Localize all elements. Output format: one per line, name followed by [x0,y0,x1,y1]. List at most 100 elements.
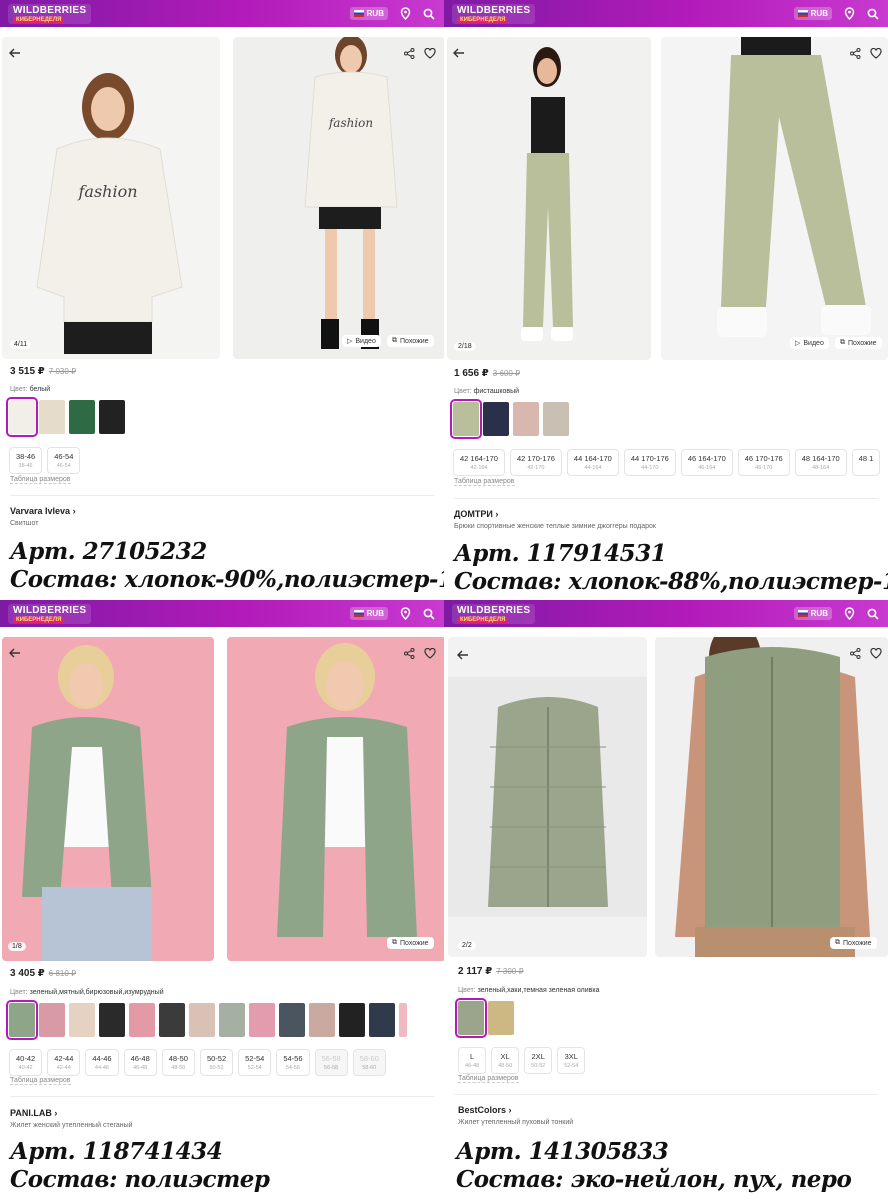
size-option[interactable]: 42 170-176 42-170 [509,449,562,476]
size-option[interactable]: 46 170-176 46-170 [737,449,790,476]
product-photo-main[interactable] [447,37,651,360]
similar-button[interactable]: ⧉ Похожие [835,337,882,349]
swatch-white[interactable] [6,397,38,437]
location-pin-icon[interactable] [842,607,856,621]
currency-selector[interactable]: RUB [349,607,388,620]
similar-button[interactable]: ⧉ Похожие [387,335,434,347]
brand-link[interactable]: ДОМТРИ › [454,509,498,519]
product-photo-main[interactable]: fashion [2,37,220,359]
heart-icon[interactable] [424,46,436,64]
size-table-link[interactable]: Таблица размеров [454,478,515,486]
swatch-pink[interactable] [513,402,539,436]
size-option[interactable]: 38-46 38-46 [9,447,43,474]
product-photo-main[interactable] [2,637,214,961]
brand-link[interactable]: BestColors › [458,1105,512,1115]
swatch-beige[interactable] [39,400,65,434]
size-option[interactable]: 3XL 52-54 [557,1047,586,1074]
search-icon[interactable] [866,7,880,21]
swatch-jet[interactable] [339,1003,365,1037]
size-option[interactable]: 48-50 48-50 [161,1049,195,1076]
back-arrow-icon[interactable] [8,46,24,62]
currency-selector[interactable]: RUB [793,7,832,20]
size-option[interactable]: 40-42 40-42 [9,1049,43,1076]
size-option[interactable]: 58-60 58-60 [352,1049,386,1076]
heart-icon[interactable] [424,646,436,664]
location-pin-icon[interactable] [842,7,856,21]
swatch-green[interactable] [455,998,487,1038]
search-icon[interactable] [422,607,436,621]
wildberries-logo[interactable]: WILDBERRIES КИБЕРНЕДЕЛЯ [8,3,92,24]
swatch-navy[interactable] [483,402,509,436]
brand-link[interactable]: Varvara Ivleva › [10,506,76,516]
swatch-pistachio[interactable] [450,399,482,439]
size-option[interactable]: 56-58 56-58 [314,1049,348,1076]
swatch-black[interactable] [99,1003,125,1037]
size-option[interactable]: XL 48-50 [491,1047,520,1074]
share-icon[interactable] [850,646,861,664]
size-option[interactable]: 44 170-176 44-170 [623,449,676,476]
search-icon[interactable] [866,607,880,621]
swatch-navy[interactable] [369,1003,395,1037]
swatch-black[interactable] [99,400,125,434]
swatch-green[interactable] [69,400,95,434]
swatch-more[interactable] [399,1003,407,1037]
size-option[interactable]: 44 164-170 44-164 [566,449,619,476]
size-option[interactable]: 42-44 42-44 [47,1049,81,1076]
back-arrow-icon[interactable] [8,646,24,662]
size-option[interactable]: 2XL 50-52 [524,1047,553,1074]
size-option[interactable]: 44-46 44-46 [85,1049,119,1076]
share-icon[interactable] [850,46,861,64]
size-option[interactable]: 48 1 [851,449,881,476]
share-icon[interactable] [404,46,415,64]
heart-icon[interactable] [870,646,882,664]
size-option[interactable]: 42 164-170 42-164 [453,449,505,476]
video-button[interactable]: ▷ Видео [790,337,829,349]
swatch-graphite[interactable] [279,1003,305,1037]
swatch-coral[interactable] [249,1003,275,1037]
size-option[interactable]: L 46-48 [458,1047,487,1074]
wildberries-logo[interactable]: WILDBERRIES КИБЕРНЕДЕЛЯ [452,603,536,624]
currency-selector[interactable]: RUB [349,7,388,20]
swatch-dark[interactable] [159,1003,185,1037]
size-option[interactable]: 48 164-170 48-164 [794,449,847,476]
size-option[interactable]: 46-48 46-48 [123,1049,157,1076]
size-option[interactable]: 46 164-170 46-164 [680,449,733,476]
product-photo-main[interactable] [448,637,647,957]
product-photo-secondary[interactable] [661,37,888,360]
wildberries-logo[interactable]: WILDBERRIES КИБЕРНЕДЕЛЯ [452,3,536,24]
brand-link[interactable]: PANI.LAB › [10,1108,57,1118]
swatch-sage[interactable] [219,1003,245,1037]
size-table-link[interactable]: Таблица размеров [458,1075,519,1083]
size-option[interactable]: 52-54 52-54 [238,1049,272,1076]
swatch-pink[interactable] [39,1003,65,1037]
similar-button[interactable]: ⧉ Похожие [830,937,877,949]
product-photo-secondary[interactable] [227,637,444,961]
swatch-beige[interactable] [69,1003,95,1037]
size-option[interactable]: 54-56 54-56 [276,1049,310,1076]
back-arrow-icon[interactable] [452,46,468,62]
share-icon[interactable] [404,646,415,664]
swatch-khaki[interactable] [488,1001,514,1035]
size-table-link[interactable]: Таблица размеров [10,476,71,484]
vest-model-image [675,637,870,957]
search-icon[interactable] [422,7,436,21]
similar-button[interactable]: ⧉ Похожие [387,937,434,949]
size-option[interactable]: 50-52 50-52 [199,1049,234,1076]
size-table-link[interactable]: Таблица размеров [10,1077,71,1085]
swatch-beige[interactable] [543,402,569,436]
swatch-green[interactable] [6,1000,38,1040]
currency-selector[interactable]: RUB [793,607,832,620]
back-arrow-icon[interactable] [456,648,472,664]
size-option[interactable]: 46-54 46-54 [47,447,81,474]
location-pin-icon[interactable] [398,607,412,621]
swatch-nude[interactable] [189,1003,215,1037]
video-button[interactable]: ▷ Видео [342,335,381,347]
top-bar: WILDBERRIES КИБЕРНЕДЕЛЯ RUB [0,0,444,27]
heart-icon[interactable] [870,46,882,64]
location-pin-icon[interactable] [398,7,412,21]
product-photo-secondary[interactable] [655,637,888,957]
wildberries-logo[interactable]: WILDBERRIES КИБЕРНЕДЕЛЯ [8,603,92,624]
swatch-mocha[interactable] [309,1003,335,1037]
product-photo-secondary[interactable]: fashion [233,37,444,359]
swatch-rose[interactable] [129,1003,155,1037]
